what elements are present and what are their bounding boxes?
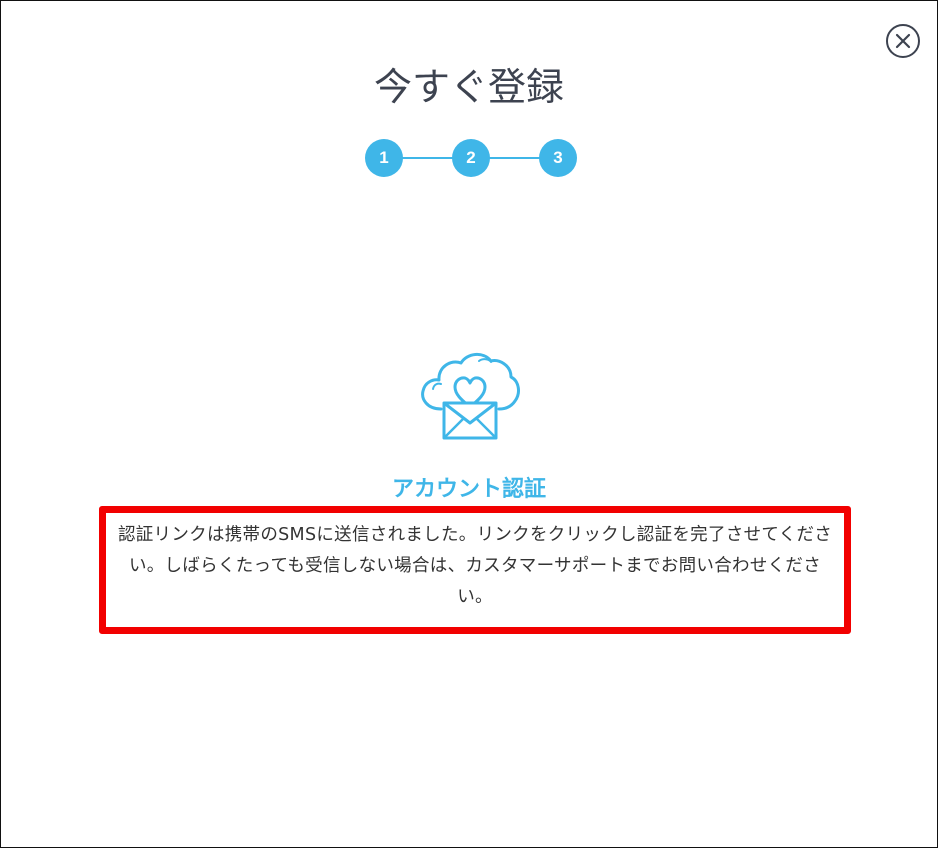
dialog-title: 今すぐ登録 [373,65,564,109]
cloud-heart-envelope-icon [421,353,520,440]
verification-heading: アカウント認証 [391,477,546,502]
step-connector [401,157,455,159]
close-icon [895,33,911,49]
step-3: 3 [539,139,577,177]
step-connector [487,157,541,159]
registration-dialog: 今すぐ登録 1 2 3 アカウント認証 認証リンクは携帯のSMSに送信されました… [0,0,938,848]
close-button[interactable] [886,24,920,58]
verification-message: 認証リンクは携帯のSMSに送信されました。リンクをクリックし認証を完了させてくだ… [117,525,833,607]
step-1: 1 [365,139,403,177]
progress-stepper: 1 2 3 [365,139,577,177]
step-2: 2 [452,139,490,177]
